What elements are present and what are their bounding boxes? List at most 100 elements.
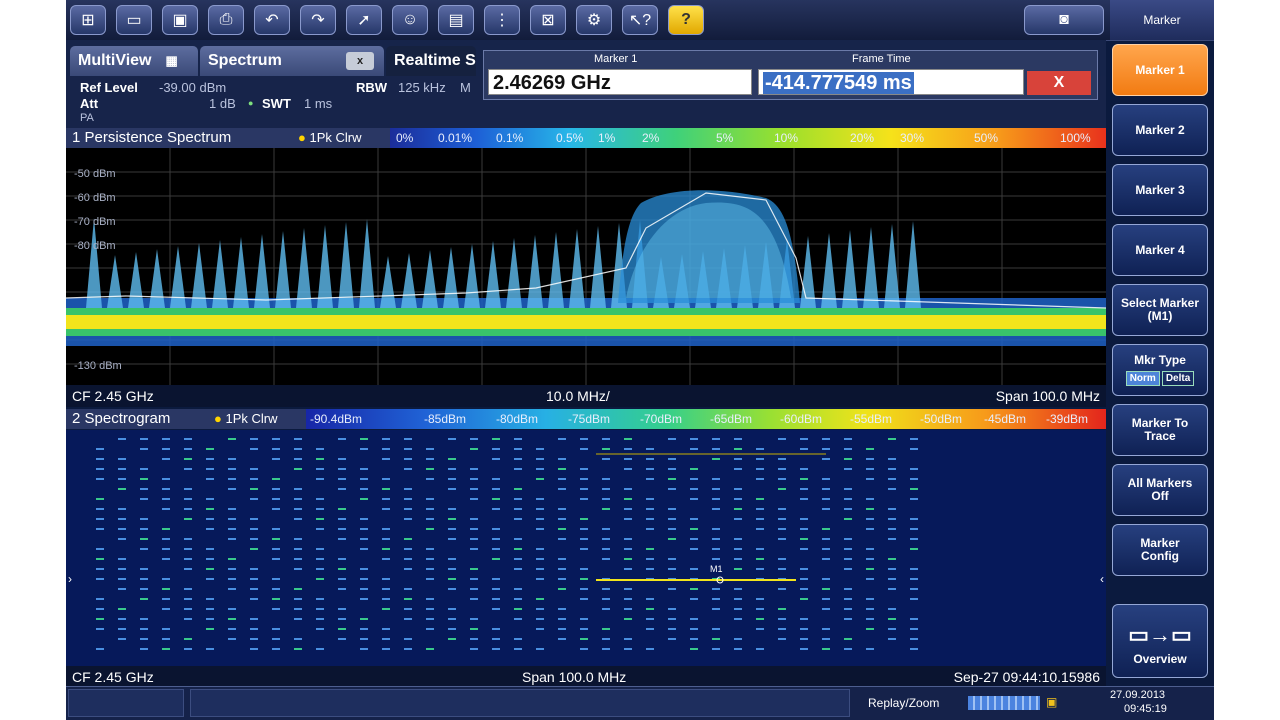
softkey-marker-4[interactable]: Marker 4 (1112, 224, 1208, 276)
spectrogram-dash (866, 628, 874, 630)
softkey-marker-config[interactable]: Marker Config (1112, 524, 1208, 576)
spectrogram-dash (470, 578, 478, 580)
save-icon[interactable]: ▣ (162, 5, 198, 35)
spectrogram-dash (426, 528, 434, 530)
spectrogram-dash (514, 608, 522, 610)
analyzer-window: ⊞ ▭ ▣ ⎙ ↶ ↷ ➚ ☺ ▤ ⋮ ⊠ ⚙ ↖? ? ◙ Marker Mu… (66, 0, 1214, 720)
spectrogram-dash (734, 568, 742, 570)
spectrogram-dash (668, 638, 676, 640)
user-icon[interactable]: ☺ (392, 5, 428, 35)
spectrogram-plot[interactable]: M1 › ‹ (66, 430, 1106, 666)
spectrogram-dash (360, 588, 368, 590)
spectrogram-dash (602, 548, 610, 550)
spectrogram-dash (734, 438, 742, 440)
expand-right-icon[interactable]: ‹ (1100, 572, 1104, 586)
trace-dot-icon: ● (298, 130, 310, 145)
spectrogram-dash (690, 468, 698, 470)
spectrogram-dash (360, 518, 368, 520)
marker-user-icon[interactable]: ⋮ (484, 5, 520, 35)
spectrogram-dash (184, 488, 192, 490)
spectrogram-dash (822, 588, 830, 590)
spectrogram-dash (448, 588, 456, 590)
dialog-close-button[interactable]: X (1027, 71, 1091, 95)
tab-multiview-label: MultiView (78, 52, 152, 69)
signal-peak (149, 249, 165, 308)
softkey-marker-to-trace[interactable]: Marker To Trace (1112, 404, 1208, 456)
spectrogram-dash (360, 628, 368, 630)
windows-icon[interactable]: ⊞ (70, 5, 106, 35)
spectrogram-dash (316, 648, 324, 650)
spectrogram-dash (712, 498, 720, 500)
expand-left-icon[interactable]: › (68, 572, 72, 586)
spectrogram-dash (844, 438, 852, 440)
softkey-marker-2[interactable]: Marker 2 (1112, 104, 1208, 156)
softkey-mkr-type[interactable]: Mkr Type Norm Delta (1112, 344, 1208, 396)
mkr-type-norm[interactable]: Norm (1125, 371, 1160, 386)
spectrogram-dash (690, 638, 698, 640)
spectrogram-dash (316, 608, 324, 610)
spectrogram-dash (206, 648, 214, 650)
spectrogram-dash (382, 628, 390, 630)
print-icon[interactable]: ⎙ (208, 5, 244, 35)
tab-spectrum[interactable]: Spectrum x (200, 46, 384, 76)
spectrogram-dash (800, 528, 808, 530)
open-icon[interactable]: ▭ (116, 5, 152, 35)
spectrogram-dash (404, 608, 412, 610)
spectrogram-dash (756, 508, 764, 510)
persistence-spectrum-plot[interactable]: -50 dBm -60 dBm -70 dBm -80 dBm -130 dBm (66, 148, 1106, 385)
spectrogram-dash (162, 448, 170, 450)
spectrogram-dash (624, 568, 632, 570)
spectrogram-dash (844, 448, 852, 450)
spectrogram-dash (316, 448, 324, 450)
softkey-marker-3[interactable]: Marker 3 (1112, 164, 1208, 216)
help-icon[interactable]: ? (668, 5, 704, 35)
marker1-frequency-input[interactable]: 2.46269 GHz (488, 69, 752, 95)
spectrogram-dash (558, 508, 566, 510)
frame-time-input[interactable]: -414.777549 ms (758, 69, 1024, 95)
spectrogram-dash (272, 478, 280, 480)
help-pointer-icon[interactable]: ↖? (622, 5, 658, 35)
spectrogram-dash (756, 648, 764, 650)
spectrogram-dash (800, 518, 808, 520)
spectrogram-dash (206, 628, 214, 630)
spectrogram-dash (822, 508, 830, 510)
softkey-marker-1[interactable]: Marker 1 (1112, 44, 1208, 96)
spectrogram-dash (910, 498, 918, 500)
mkr-type-toggle[interactable]: Norm Delta (1125, 371, 1195, 386)
redo-icon[interactable]: ↷ (300, 5, 336, 35)
spectrogram-dash (602, 598, 610, 600)
spectrogram-dash (800, 568, 808, 570)
select-icon[interactable]: ➚ (346, 5, 382, 35)
doc-edit-icon[interactable]: ▤ (438, 5, 474, 35)
tab-close-button[interactable]: x (346, 52, 374, 70)
spectrogram-dash (756, 628, 764, 630)
spectrogram-span: Span 100.0 MHz (522, 669, 627, 685)
tab-multiview[interactable]: MultiView ▦ (70, 46, 198, 76)
spectrogram-dash (404, 488, 412, 490)
spectrogram-dash (360, 468, 368, 470)
persistence-footer: CF 2.45 GHz 10.0 MHz/ Span 100.0 MHz (66, 385, 1106, 407)
tab-realtime[interactable]: Realtime S (386, 46, 476, 76)
spectrogram-dash (602, 448, 610, 450)
undo-icon[interactable]: ↶ (254, 5, 290, 35)
tab-realtime-label: Realtime S (394, 52, 476, 69)
layout-icon[interactable]: ⊠ (530, 5, 566, 35)
spectrogram-dash (228, 518, 236, 520)
spectrogram-dash (162, 608, 170, 610)
softkey-all-markers-off[interactable]: All Markers Off (1112, 464, 1208, 516)
softkey-overview[interactable]: ▭→▭ Overview (1112, 604, 1208, 678)
mkr-type-delta[interactable]: Delta (1161, 371, 1195, 386)
legend-label: -80dBm (496, 412, 539, 426)
spectrogram-dash (734, 508, 742, 510)
settings-icon[interactable]: ⚙ (576, 5, 612, 35)
spectrogram-dash (866, 648, 874, 650)
spectrogram-dash (118, 568, 126, 570)
spectrogram-dash (382, 438, 390, 440)
spectrogram-dash (206, 478, 214, 480)
camera-icon[interactable]: ◙ (1024, 5, 1104, 35)
spectrogram-dash (272, 538, 280, 540)
softkey-select-marker[interactable]: Select Marker (M1) (1112, 284, 1208, 336)
spectrogram-dash (206, 508, 214, 510)
spectrogram-dash (470, 518, 478, 520)
spectrogram-dash (360, 548, 368, 550)
